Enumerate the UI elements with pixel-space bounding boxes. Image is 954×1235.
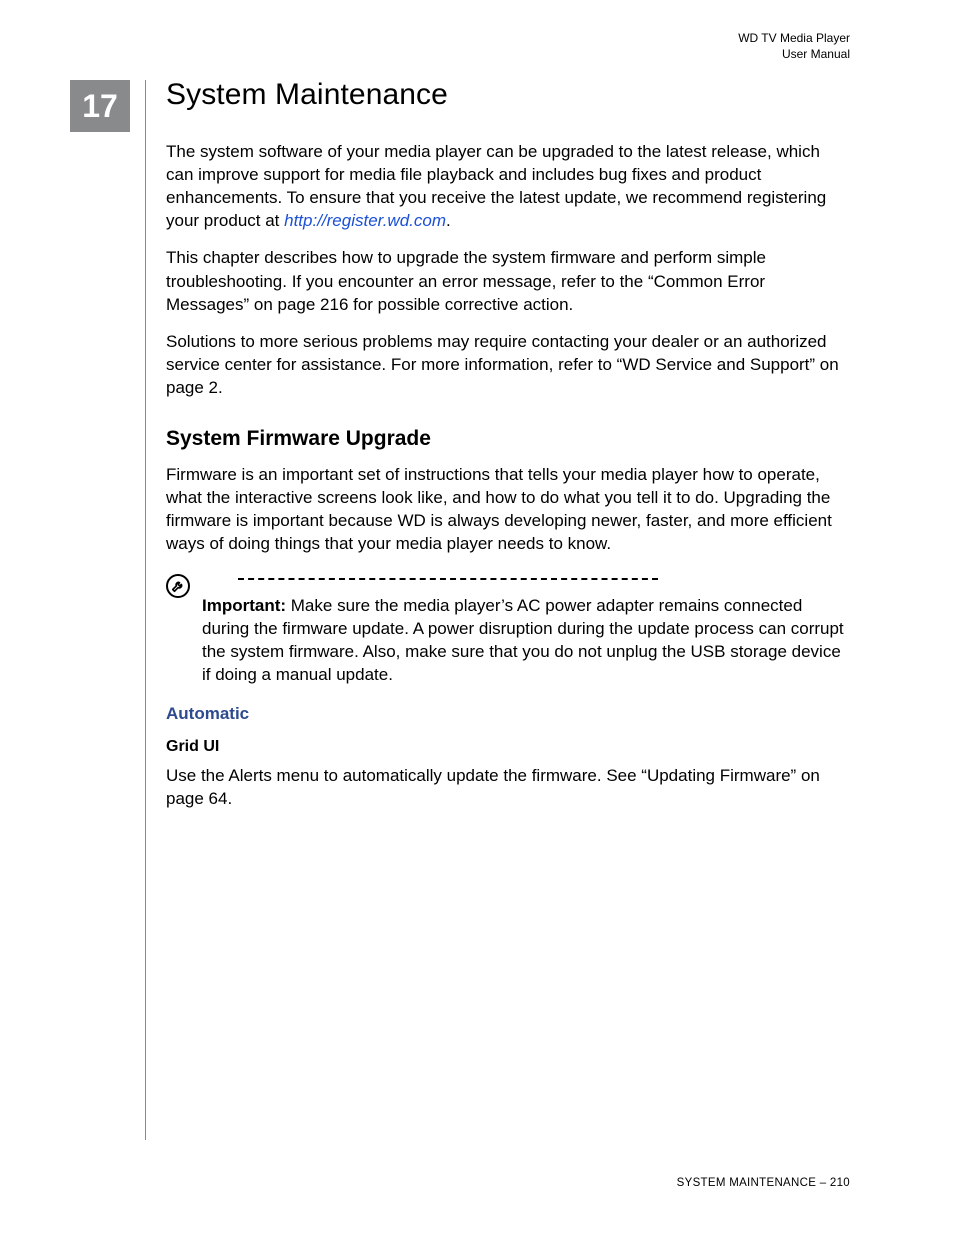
automatic-heading: Automatic — [166, 704, 850, 724]
firmware-upgrade-heading: System Firmware Upgrade — [166, 427, 850, 451]
grid-ui-heading: Grid UI — [166, 738, 850, 756]
dashed-divider — [238, 578, 658, 580]
vertical-divider — [145, 80, 146, 1140]
important-body: Make sure the media player’s AC power ad… — [202, 596, 844, 684]
header-meta: WD TV Media Player User Manual — [738, 30, 850, 62]
wrench-icon — [166, 574, 190, 598]
page-content: System Maintenance The system software o… — [166, 78, 850, 824]
intro-pre: The system software of your media player… — [166, 142, 826, 230]
important-label: Important: — [202, 596, 286, 615]
solutions-paragraph: Solutions to more serious problems may r… — [166, 330, 850, 399]
register-link[interactable]: http://register.wd.com — [284, 211, 446, 230]
important-text: Important: Make sure the media player’s … — [202, 594, 850, 686]
chapter-number: 17 — [82, 88, 118, 125]
intro-paragraph: The system software of your media player… — [166, 140, 850, 232]
footer-page: 210 — [830, 1177, 850, 1189]
grid-ui-paragraph: Use the Alerts menu to automatically upd… — [166, 764, 850, 810]
chapter-overview-paragraph: This chapter describes how to upgrade th… — [166, 246, 850, 315]
doc-type: User Manual — [738, 46, 850, 62]
intro-post: . — [446, 211, 451, 230]
firmware-paragraph: Firmware is an important set of instruct… — [166, 463, 850, 555]
footer-sep: – — [816, 1177, 830, 1189]
important-callout: Important: Make sure the media player’s … — [166, 578, 850, 686]
chapter-number-badge: 17 — [70, 80, 130, 132]
footer-section: SYSTEM MAINTENANCE — [677, 1177, 817, 1189]
product-name: WD TV Media Player — [738, 30, 850, 46]
page-footer: SYSTEM MAINTENANCE – 210 — [677, 1177, 850, 1189]
page-title: System Maintenance — [166, 78, 850, 112]
